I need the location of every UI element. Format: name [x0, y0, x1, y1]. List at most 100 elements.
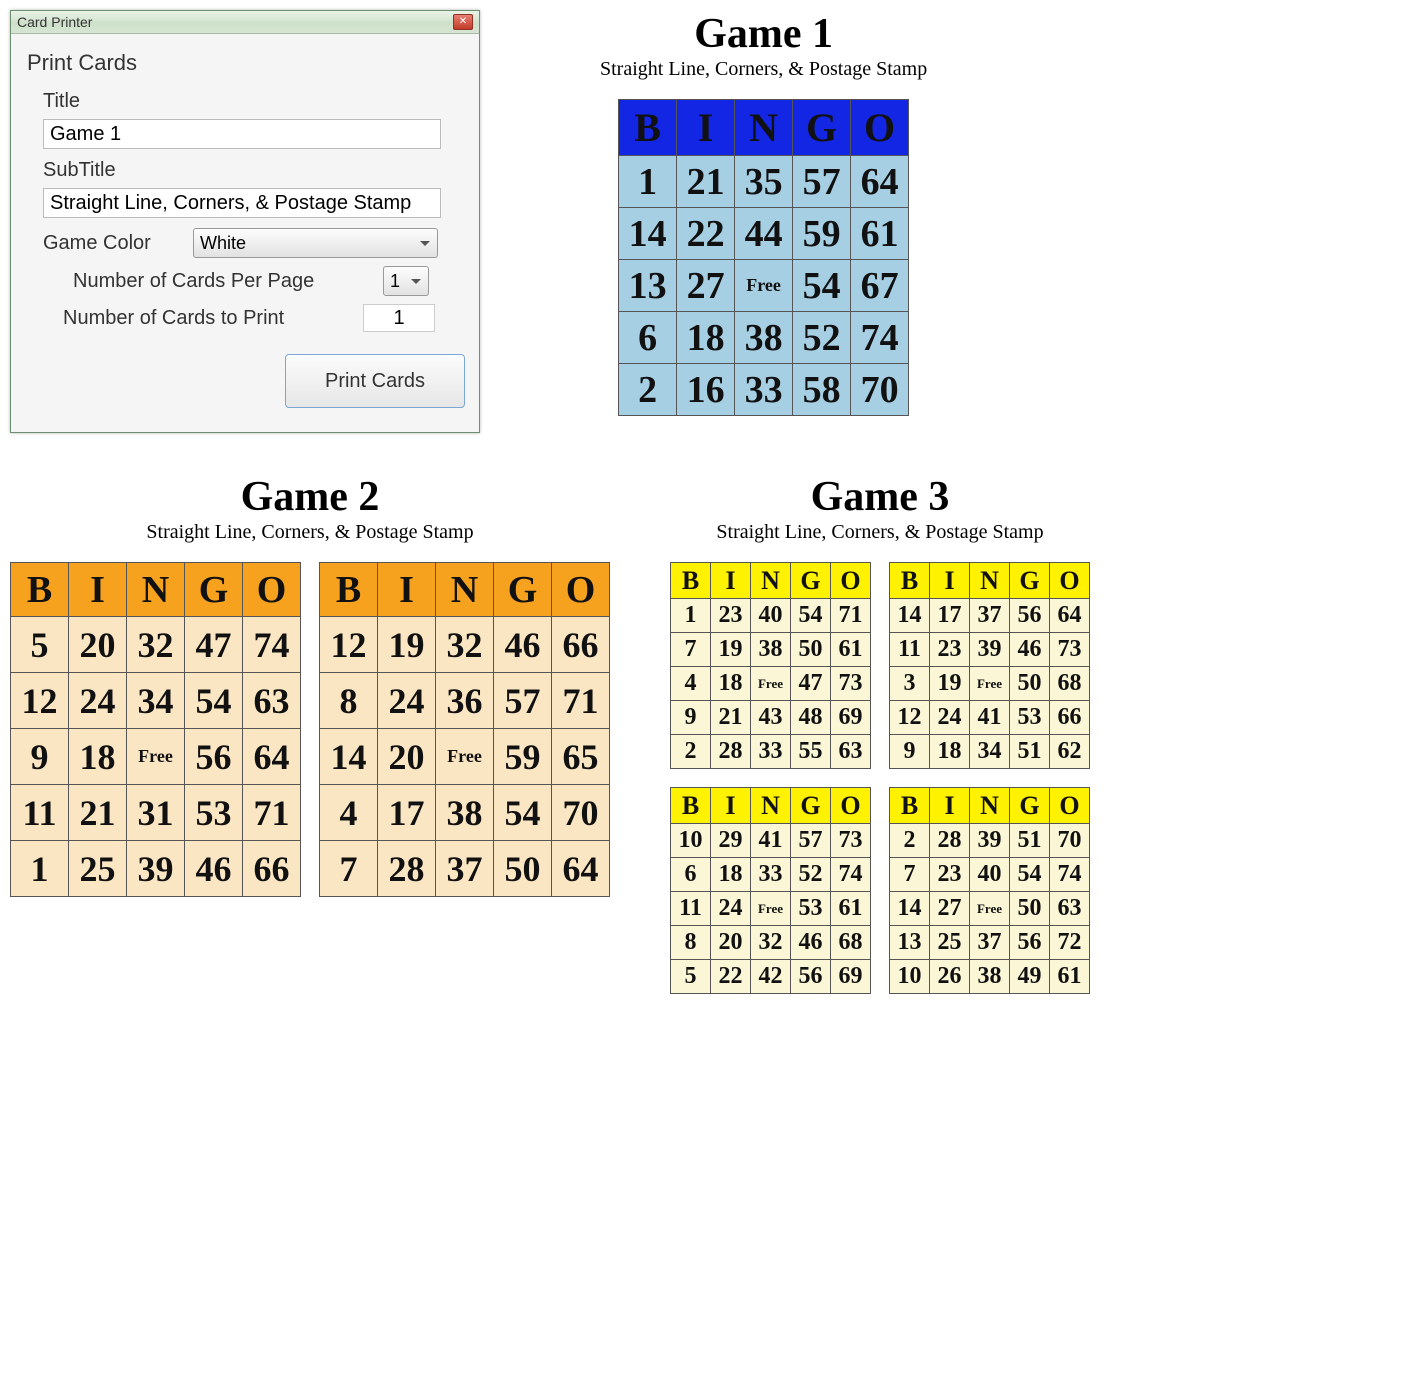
- game-color-select[interactable]: White: [193, 228, 438, 258]
- subtitle-label: SubTitle: [43, 159, 465, 182]
- bingo-cell: 25: [69, 841, 127, 897]
- window-title: Card Printer: [17, 14, 92, 30]
- bingo-cell: 18: [677, 312, 735, 364]
- subtitle-input[interactable]: [43, 188, 441, 218]
- game1-subtitle: Straight Line, Corners, & Postage Stamp: [600, 58, 927, 81]
- bingo-header-cell: I: [930, 788, 970, 824]
- bingo-cell: Free: [735, 260, 793, 312]
- bingo-cell: 18: [69, 729, 127, 785]
- title-label: Title: [43, 90, 465, 113]
- bingo-cell: 23: [930, 858, 970, 892]
- bingo-cell: 32: [751, 926, 791, 960]
- bingo-cell: 6: [619, 312, 677, 364]
- bingo-cell: 64: [851, 156, 909, 208]
- bingo-cell: 33: [751, 735, 791, 769]
- bingo-card: BINGO12135576414224459611327Free54676183…: [618, 99, 909, 416]
- bingo-cell: 10: [890, 960, 930, 994]
- bingo-cell: 38: [735, 312, 793, 364]
- bingo-cell: 64: [552, 841, 610, 897]
- bingo-header-cell: B: [890, 788, 930, 824]
- bingo-header-cell: B: [320, 563, 378, 617]
- bingo-cell: 39: [970, 633, 1010, 667]
- bingo-cell: 63: [243, 673, 301, 729]
- bingo-cell: 24: [930, 701, 970, 735]
- bingo-cell: 56: [1010, 599, 1050, 633]
- bingo-cell: 71: [243, 785, 301, 841]
- bingo-cell: 41: [970, 701, 1010, 735]
- bingo-cell: 70: [851, 364, 909, 416]
- bingo-cell: 54: [1010, 858, 1050, 892]
- bingo-header-cell: N: [735, 100, 793, 156]
- bingo-cell: 35: [735, 156, 793, 208]
- titlebar[interactable]: Card Printer ✕: [11, 11, 479, 34]
- bingo-cell: 2: [671, 735, 711, 769]
- bingo-cell: 73: [831, 824, 871, 858]
- bingo-card: BINGO123405471719385061418Free4773921434…: [670, 562, 871, 769]
- bingo-cell: Free: [436, 729, 494, 785]
- bingo-cell: 46: [791, 926, 831, 960]
- bingo-cell: 70: [552, 785, 610, 841]
- bingo-cell: 37: [970, 599, 1010, 633]
- bingo-cell: 28: [378, 841, 436, 897]
- bingo-cell: 74: [831, 858, 871, 892]
- bingo-header-cell: O: [831, 563, 871, 599]
- bingo-cell: 50: [1010, 667, 1050, 701]
- bingo-header-cell: N: [970, 563, 1010, 599]
- cards-per-page-select[interactable]: 1: [383, 266, 429, 296]
- bingo-cell: Free: [751, 892, 791, 926]
- bingo-header-cell: I: [378, 563, 436, 617]
- bingo-cell: 2: [890, 824, 930, 858]
- bingo-cell: 8: [671, 926, 711, 960]
- bingo-header-cell: N: [127, 563, 185, 617]
- bingo-cell: 1: [619, 156, 677, 208]
- cards-to-print-input[interactable]: [363, 304, 435, 332]
- bingo-cell: 18: [930, 735, 970, 769]
- bingo-cell: 49: [1010, 960, 1050, 994]
- bingo-cell: 59: [793, 208, 851, 260]
- bingo-cell: 42: [751, 960, 791, 994]
- bingo-cell: 52: [791, 858, 831, 892]
- bingo-cell: 50: [1010, 892, 1050, 926]
- bingo-cell: 25: [930, 926, 970, 960]
- bingo-header-cell: I: [677, 100, 735, 156]
- bingo-card: BINGO5203247741224345463918Free566411213…: [10, 562, 301, 897]
- bingo-cell: 65: [552, 729, 610, 785]
- dialog-body: Print Cards Title SubTitle Game Color Wh…: [11, 34, 479, 432]
- bingo-cell: 4: [671, 667, 711, 701]
- bingo-cell: 17: [930, 599, 970, 633]
- close-icon[interactable]: ✕: [453, 14, 473, 30]
- bingo-cell: 57: [791, 824, 831, 858]
- bingo-cell: 54: [791, 599, 831, 633]
- bingo-cell: 66: [552, 617, 610, 673]
- bingo-header-cell: O: [1050, 788, 1090, 824]
- bingo-header-cell: B: [671, 788, 711, 824]
- bingo-cell: 63: [831, 735, 871, 769]
- bingo-cell: 71: [552, 673, 610, 729]
- game1: Game 1 Straight Line, Corners, & Postage…: [600, 10, 927, 433]
- bingo-card: BINGO14173756641123394673319Free50681224…: [889, 562, 1090, 769]
- bingo-card: BINGO12193246668243657711420Free59654173…: [319, 562, 610, 897]
- game-color-label: Game Color: [43, 232, 193, 255]
- bingo-cell: 14: [320, 729, 378, 785]
- bingo-cell: 2: [619, 364, 677, 416]
- bingo-cell: 52: [793, 312, 851, 364]
- bingo-cell: 20: [69, 617, 127, 673]
- bingo-header-cell: B: [890, 563, 930, 599]
- bingo-cell: 3: [890, 667, 930, 701]
- bingo-cell: 28: [711, 735, 751, 769]
- bingo-cell: 34: [127, 673, 185, 729]
- bingo-cell: 17: [378, 785, 436, 841]
- bingo-cell: 46: [494, 617, 552, 673]
- bingo-header-cell: G: [1010, 788, 1050, 824]
- bingo-cell: 7: [890, 858, 930, 892]
- title-input[interactable]: [43, 119, 441, 149]
- bingo-cell: 1: [671, 599, 711, 633]
- bingo-cell: 71: [831, 599, 871, 633]
- bingo-cell: 50: [494, 841, 552, 897]
- bingo-cell: 13: [890, 926, 930, 960]
- print-cards-button[interactable]: Print Cards: [285, 354, 465, 408]
- bingo-cell: 29: [711, 824, 751, 858]
- bingo-cell: 61: [1050, 960, 1090, 994]
- bingo-cell: 64: [1050, 599, 1090, 633]
- bingo-cell: 5: [671, 960, 711, 994]
